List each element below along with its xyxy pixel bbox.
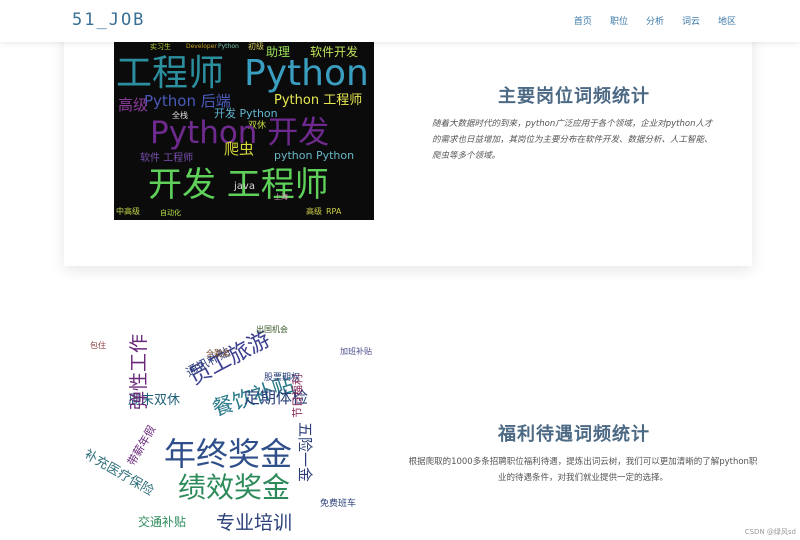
top-navbar: 51_JOB 首页 职位 分析 词云 地区 <box>0 0 800 42</box>
nav-links: 首页 职位 分析 词云 地区 <box>574 14 736 27</box>
nav-link-jobs[interactable]: 职位 <box>610 14 628 27</box>
cloud-word: 年终奖金 <box>164 435 293 473</box>
brand-logo[interactable]: 51_JOB <box>72 10 145 30</box>
nav-link-analysis[interactable]: 分析 <box>646 14 664 27</box>
cloud-word: Python 工程师 <box>274 93 363 108</box>
cloud-word: Developer <box>186 43 217 50</box>
cloud-word: 股票期权 <box>264 373 301 383</box>
cloud-word: Python <box>218 43 239 50</box>
cloud-word: 高级 <box>118 96 149 114</box>
cloud-word: 出国机会 <box>256 325 288 334</box>
section1-title: 主要岗位词频统计 <box>498 86 650 107</box>
cloud-word: 免费班车 <box>320 499 357 509</box>
cloud-word: 专业培训 <box>216 512 293 534</box>
nav-link-region[interactable]: 地区 <box>718 14 736 27</box>
cloud-word: 实习生 <box>150 43 171 51</box>
cloud-word: 上海 <box>274 193 288 201</box>
cloud-word: 五险一金 <box>296 422 314 483</box>
job-title-wordcloud: Developer Python 初级 实习生 助理 软件开发 工程师 Pyth… <box>114 42 374 220</box>
cloud-word: python Python <box>274 149 355 162</box>
cloud-word: 带薪年假 <box>125 423 159 468</box>
cloud-word: 补充医疗保险 <box>86 447 157 500</box>
cloud-word: 自动化 <box>160 209 181 217</box>
cloud-word: 包住 <box>90 341 106 350</box>
cloud-word: 初级 <box>248 42 264 51</box>
nav-link-wordcloud[interactable]: 词云 <box>682 14 700 27</box>
cloud-word: 中高级 <box>116 207 140 216</box>
cloud-word: 工程师 <box>116 53 225 94</box>
cloud-word: 高级 <box>306 207 322 216</box>
cloud-word: 加班补贴 <box>340 347 372 356</box>
cloud-word: 全勤奖 <box>206 349 230 358</box>
cloud-word: 交通补贴 <box>138 515 187 529</box>
cloud-word: 爬虫 <box>224 140 255 158</box>
nav-link-home[interactable]: 首页 <box>574 14 592 27</box>
welfare-wordcloud: 员工旅游 餐饮补贴 定期体检 通讯补贴 周末双休 弹性工作 年终奖金 绩效奖金 … <box>86 322 392 540</box>
section2-title: 福利待遇词频统计 <box>498 424 650 445</box>
section2-description: 根据爬取的1000多条招聘职位福利待遇，提炼出词云树，我们可以更加清晰的了解py… <box>408 457 758 483</box>
section1-description: 随着大数据时代的到来，python广泛应用于各个领域，企业对python人才的需… <box>432 119 713 161</box>
csdn-watermark: CSDN @绿风sd <box>744 528 796 536</box>
cloud-word: 绩效奖金 <box>178 471 291 504</box>
cloud-word: java <box>234 181 255 192</box>
cloud-word: 软件 工程师 <box>140 153 194 164</box>
cloud-word: Python <box>244 53 369 94</box>
cloud-word: RPA <box>326 207 342 216</box>
cloud-word: 弹性工作 <box>128 333 150 410</box>
